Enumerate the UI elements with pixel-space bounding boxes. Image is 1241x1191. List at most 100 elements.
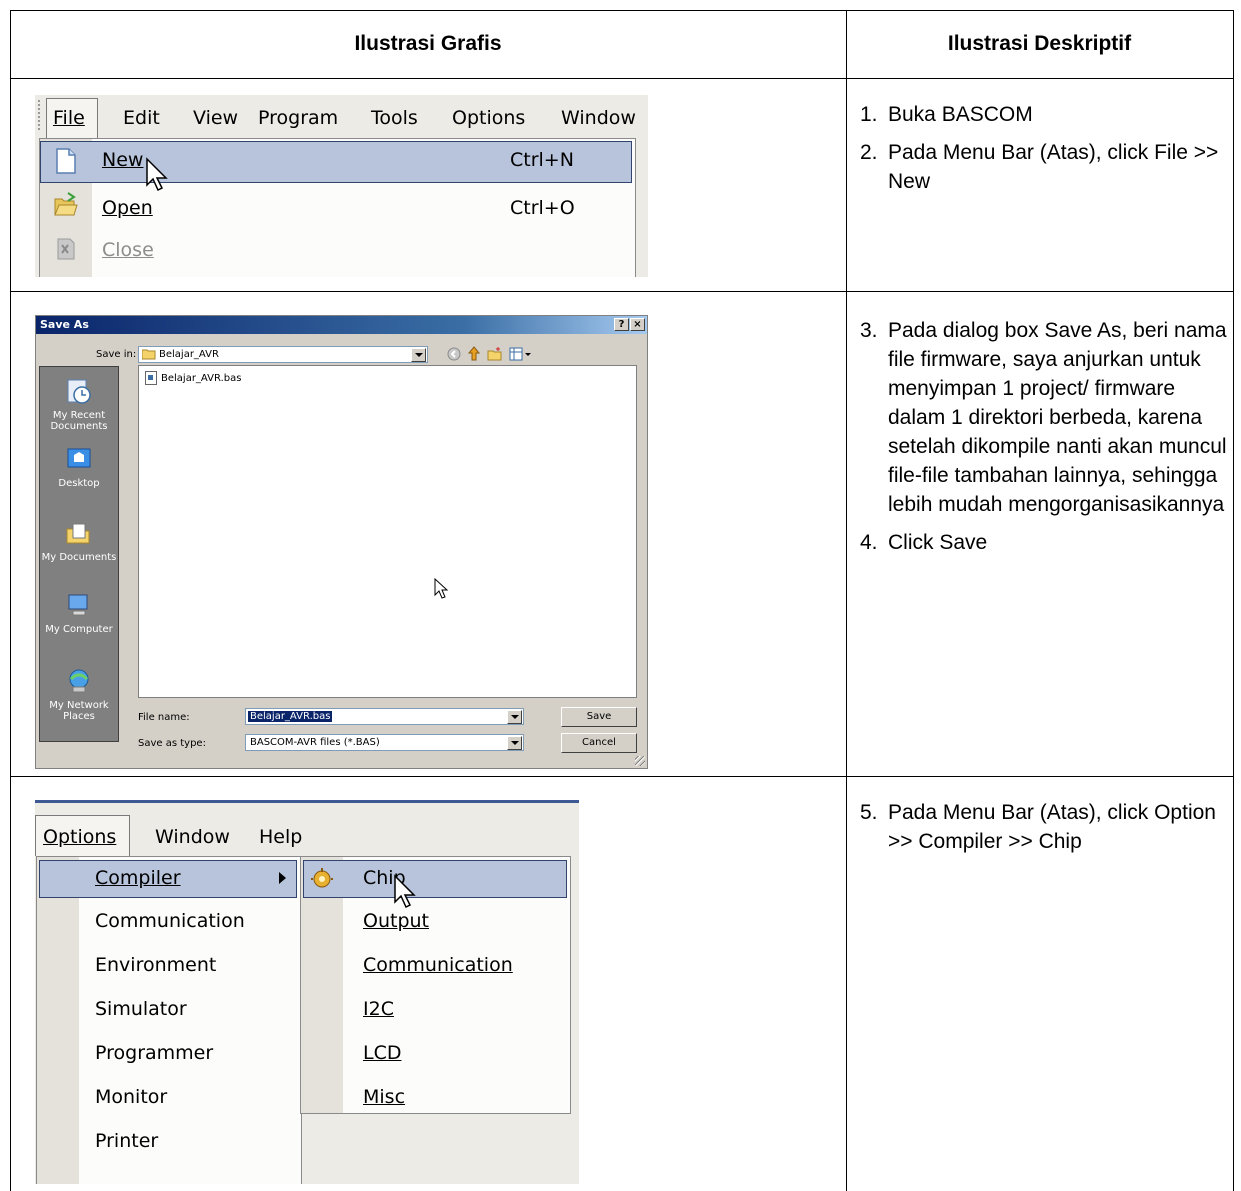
chevron-down-icon[interactable] (411, 348, 426, 362)
file-name-label: File name: (138, 712, 190, 723)
shortcut-label: Ctrl+N (510, 149, 574, 171)
step-text: Pada Menu Bar (Atas), click File >> New (888, 141, 1219, 193)
step-text: Buka BASCOM (888, 103, 1033, 126)
places-bar: My Recent Documents Desktop My Documents… (39, 366, 119, 742)
menu-item-programmer[interactable]: Programmer (37, 1034, 301, 1074)
menu-item-i2c[interactable]: I2C (301, 990, 570, 1030)
back-icon[interactable] (447, 347, 461, 361)
submenu-arrow-icon (279, 872, 286, 884)
steps-row2: 3. Pada dialog box Save As, beri nama fi… (860, 316, 1230, 566)
menu-program[interactable]: Program (258, 107, 338, 129)
menu-item-chip[interactable]: Chip (301, 858, 570, 909)
step-number: 2. (860, 141, 878, 164)
new-folder-icon[interactable] (487, 347, 503, 361)
desktop-icon (67, 448, 91, 468)
step-item: 4. Click Save (860, 528, 1230, 557)
menu-item-label: New (102, 149, 144, 171)
menu-item-close[interactable]: Close (40, 231, 635, 273)
steps-row1: 1. Buka BASCOM 2. Pada Menu Bar (Atas), … (860, 100, 1230, 205)
folder-icon (142, 349, 156, 360)
menu-item-new[interactable]: New Ctrl+N (40, 141, 635, 192)
menu-item-output[interactable]: Output (301, 902, 570, 942)
chevron-down-icon[interactable] (507, 736, 522, 750)
save-as-type-select[interactable]: BASCOM-AVR files (*.BAS) (245, 734, 524, 751)
up-folder-icon[interactable] (467, 346, 481, 361)
place-my-documents[interactable]: My Documents (40, 519, 118, 563)
place-label: Desktop (58, 478, 100, 489)
step-item: 2. Pada Menu Bar (Atas), click File >> N… (860, 138, 1230, 196)
mouse-cursor-icon (434, 578, 449, 599)
place-my-computer[interactable]: My Computer (40, 591, 118, 635)
menu-item-communication[interactable]: Communication (37, 902, 301, 942)
menu-item-label: Output (363, 910, 429, 932)
menu-item-communication[interactable]: Communication (301, 946, 570, 986)
menu-item-label: I2C (363, 998, 394, 1020)
save-in-label: Save in: (96, 349, 137, 360)
cancel-button[interactable]: Cancel (561, 733, 637, 753)
menu-item-environment[interactable]: Environment (37, 946, 301, 986)
file-name-input[interactable]: Belajar_AVR.bas (245, 708, 524, 725)
file-menu-screenshot: File Edit View Program Tools Options Win… (35, 95, 648, 277)
my-network-places-icon (69, 669, 89, 693)
menu-file[interactable]: File (53, 107, 85, 129)
place-label: My Network Places (49, 700, 109, 722)
save-as-dialog: Save As ? × Save in: Belajar_AVR My Rece… (35, 315, 648, 769)
menu-help[interactable]: Help (259, 826, 302, 848)
save-in-combo[interactable]: Belajar_AVR (138, 346, 428, 363)
dialog-title: Save As (40, 318, 89, 331)
menu-view[interactable]: View (193, 107, 238, 129)
options-dropdown: Compiler Communication Environment Simul… (36, 856, 302, 1184)
table-border-header (10, 78, 1234, 79)
place-desktop[interactable]: Desktop (40, 445, 118, 489)
place-my-network[interactable]: My Network Places (40, 667, 118, 722)
place-label: My Documents (41, 552, 117, 563)
menu-item-printer[interactable]: Printer (37, 1122, 301, 1162)
menu-item-label: Environment (95, 954, 217, 976)
step-number: 3. (860, 319, 878, 342)
save-as-type-value: BASCOM-AVR files (*.BAS) (250, 737, 380, 748)
menu-item-open[interactable]: Open Ctrl+O (40, 187, 635, 229)
close-button[interactable]: × (630, 318, 645, 331)
step-text: Click Save (888, 531, 988, 554)
file-list[interactable]: Belajar_AVR.bas (138, 365, 637, 698)
menu-item-lcd[interactable]: LCD (301, 1034, 570, 1074)
header-descriptive: Ilustrasi Deskriptif (947, 32, 1132, 55)
my-computer-icon (68, 594, 88, 616)
step-number: 5. (860, 801, 878, 824)
menu-item-label: Compiler (95, 867, 181, 889)
view-menu-icon[interactable] (509, 347, 531, 361)
menu-item-label: Simulator (95, 998, 187, 1020)
resize-grip[interactable] (635, 756, 645, 766)
table-border-row2 (10, 776, 1234, 777)
dialog-title-bar[interactable]: Save As ? × (36, 316, 647, 334)
table-border-top (10, 10, 1234, 11)
place-recent-documents[interactable]: My Recent Documents (40, 377, 118, 432)
menu-item-label: Open (102, 197, 153, 219)
menu-item-simulator[interactable]: Simulator (37, 990, 301, 1030)
menu-window[interactable]: Window (561, 107, 636, 129)
menu-item-label: Misc (363, 1086, 406, 1108)
save-as-type-label: Save as type: (138, 738, 206, 749)
menu-window[interactable]: Window (155, 826, 230, 848)
save-button[interactable]: Save (561, 707, 637, 727)
table-border-row1 (10, 291, 1234, 292)
menu-item-compiler[interactable]: Compiler (37, 858, 301, 898)
menu-tools[interactable]: Tools (371, 107, 418, 129)
menu-options[interactable]: Options (43, 826, 116, 848)
place-label: My Recent Documents (50, 410, 108, 432)
save-in-value: Belajar_AVR (159, 349, 219, 360)
menu-options[interactable]: Options (452, 107, 525, 129)
chevron-down-icon[interactable] (507, 710, 522, 724)
menu-item-misc[interactable]: Misc (301, 1078, 570, 1118)
new-file-icon (56, 148, 76, 174)
file-item-label: Belajar_AVR.bas (161, 372, 242, 384)
table-border-left (10, 10, 11, 1191)
menu-edit[interactable]: Edit (123, 107, 160, 129)
close-doc-icon (57, 238, 75, 260)
file-item[interactable]: Belajar_AVR.bas (145, 371, 241, 385)
step-number: 1. (860, 103, 878, 126)
table-border-middle (846, 10, 847, 1191)
menu-item-monitor[interactable]: Monitor (37, 1078, 301, 1118)
menu-item-label: Printer (95, 1130, 159, 1152)
help-button[interactable]: ? (614, 318, 629, 331)
